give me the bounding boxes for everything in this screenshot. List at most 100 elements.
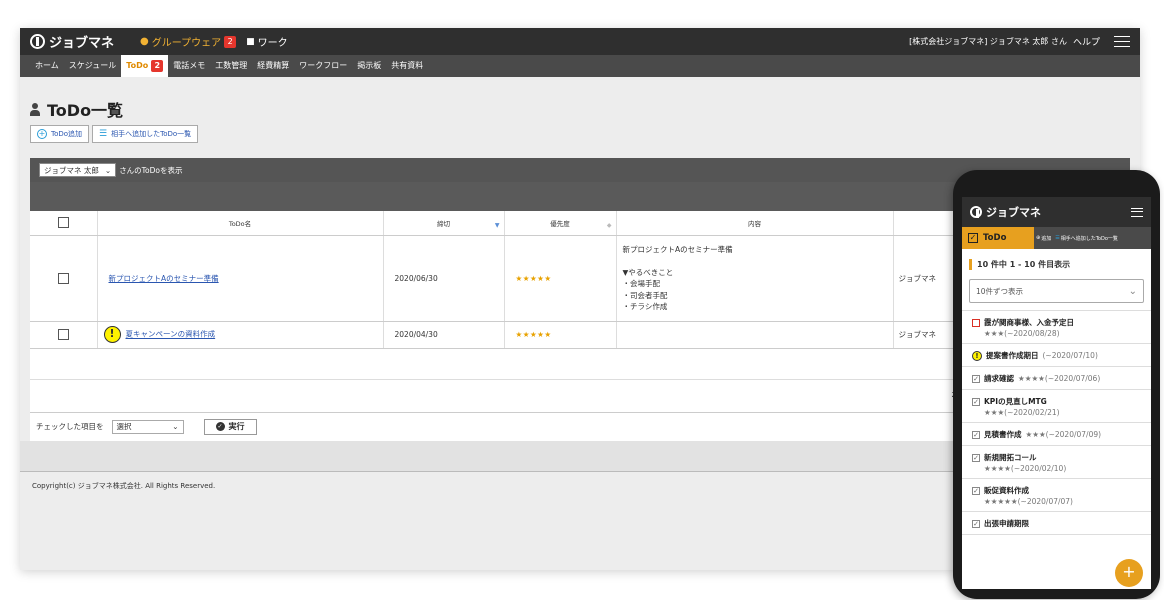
todo-name-link[interactable]: 新プロジェクトAのセミナー準備 (109, 274, 219, 283)
nav-groupware[interactable]: ● グループウェア 2 (140, 34, 237, 49)
nav-work[interactable]: ■ ワーク (246, 34, 288, 50)
content-cell: 新プロジェクトAのセミナー準備 ▼やるべきこと ・会場手配 ・司会者手配 ・チラ… (616, 235, 894, 322)
logo-icon (970, 206, 982, 218)
todo-name-cell: ! 夏キャンペーンの資料作成 (97, 321, 384, 349)
bulk-action-select[interactable]: 選択 ⌄ (111, 419, 184, 434)
checked-box-icon: ✓ (972, 519, 980, 528)
plus-circle-icon: + (37, 129, 47, 139)
hamburger-menu-icon[interactable] (1114, 36, 1130, 47)
content-line: ・チラシ作成 (622, 302, 668, 311)
checked-box-icon: ✓ (972, 486, 980, 495)
help-link[interactable]: ヘルプ (1073, 35, 1100, 48)
row-checkbox[interactable] (57, 329, 69, 340)
chevron-down-icon: ⌄ (1128, 285, 1137, 297)
warning-icon: ! (103, 326, 121, 343)
todo-name-link[interactable]: 夏キャンペーンの資料作成 (126, 330, 216, 339)
top-bar: ジョブマネ ● グループウェア 2 ■ ワーク [株式会社ジョブマネ] ジョブマ… (20, 28, 1140, 55)
phone-per-page-select[interactable]: 10件ずつ表示 ⌄ (969, 279, 1144, 303)
phone-tab-todo-label: ToDo (983, 233, 1007, 243)
menu-man-hours[interactable]: 工数管理 (210, 55, 252, 77)
list-item-sub: (~2020/07/10) (1042, 351, 1098, 360)
phone-tab-add-label: 追加 (1041, 235, 1052, 242)
list-item-title: 新規開拓コール (984, 453, 1037, 462)
user-select[interactable]: ジョブマネ 太郎 ⌄ (39, 163, 117, 177)
execute-button[interactable]: ✓ 実行 (203, 418, 257, 435)
content-line: 新プロジェクトAのセミナー準備 (622, 244, 733, 254)
menu-shared-docs[interactable]: 共有資料 (386, 55, 428, 77)
hamburger-menu-icon[interactable] (1131, 207, 1143, 217)
sort-desc-icon: ▼ (494, 222, 500, 229)
app-logo[interactable]: ジョブマネ (30, 32, 114, 51)
header-priority-label: 優先度 (550, 219, 570, 228)
checked-box-icon: ✓ (972, 453, 980, 462)
content-line: ・会場手配 (622, 279, 661, 288)
smartphone-frame: ジョブマネ ✓ ToDo ⊕ 追加 ☰ 相手へ追加したToDo一覧 10 件中 … (953, 170, 1160, 599)
person-icon: ● (140, 36, 149, 47)
menu-bulletin[interactable]: 掲示板 (352, 55, 386, 77)
priority-stars: ★★★★★ (515, 273, 552, 283)
menu-home[interactable]: ホーム (30, 55, 64, 77)
bulk-label: チェックした項目を (36, 422, 104, 431)
menu-schedule[interactable]: スケジュール (64, 55, 121, 77)
header-name[interactable]: ToDo名 (97, 211, 384, 236)
list-item-sub: ★★★★(~2020/07/06) (1018, 374, 1101, 383)
header-priority[interactable]: 優先度 ◆ (504, 211, 617, 236)
header-name-label: ToDo名 (228, 219, 252, 228)
checked-box-icon: ✓ (972, 430, 980, 439)
add-fab-button[interactable]: + (1115, 559, 1143, 587)
list-item[interactable]: ! 提案書作成期日 (~2020/07/10) (962, 344, 1151, 367)
phone-app-name: ジョブマネ (986, 206, 1041, 219)
list-item-title: 販促資料作成 (984, 486, 1029, 495)
add-todo-button[interactable]: + ToDo追加 (30, 125, 90, 143)
header-deadline[interactable]: 締切 ▼ (383, 211, 505, 236)
assigned-todo-list-button[interactable]: ☰ 相手へ追加したToDo一覧 (92, 125, 199, 143)
phone-tab-add[interactable]: ⊕ 追加 (1034, 227, 1053, 249)
list-item-title: KPIの見直しMTG (984, 397, 1047, 406)
phone-tab-assigned[interactable]: ☰ 相手へ追加したToDo一覧 (1053, 227, 1120, 249)
groupware-badge: 2 (224, 35, 237, 48)
list-item[interactable]: ✓ 販促資料作成 ★★★★★(~2020/07/07) (962, 479, 1151, 512)
menu-label: ToDo (126, 61, 149, 70)
menu-todo[interactable]: ToDo 2 (121, 55, 169, 77)
list-item-sub: ★★★(~2020/07/09) (1025, 430, 1102, 439)
list-item-sub: ★★★★★(~2020/07/07) (984, 497, 1073, 506)
checkbox-icon: ✓ (968, 233, 978, 243)
add-todo-label: ToDo追加 (51, 130, 83, 138)
list-item[interactable]: ✓ 出張申請期限 (962, 512, 1151, 535)
list-item-sub: ★★★★(~2020/02/10) (984, 464, 1067, 473)
list-item[interactable]: ✓ KPIの見直しMTG ★★★(~2020/02/21) (962, 390, 1151, 423)
main-menu: ホーム スケジュール ToDo 2 電話メモ 工数管理 経費精算 ワークフロー 掲… (20, 55, 1140, 77)
nav-work-label: ワーク (257, 38, 288, 49)
list-item-title: 見積書作成 (984, 430, 1022, 439)
execute-label: 実行 (228, 422, 245, 431)
menu-phone-memo[interactable]: 電話メモ (168, 55, 210, 77)
chevron-down-icon: ⌄ (172, 422, 179, 431)
list-item[interactable]: ✓ 新規開拓コール ★★★★(~2020/02/10) (962, 446, 1151, 479)
menu-workflow[interactable]: ワークフロー (294, 55, 352, 77)
row-checkbox-cell (30, 321, 98, 349)
user-select-value: ジョブマネ 太郎 (44, 165, 99, 175)
list-item-title: 出張申請期限 (984, 519, 1029, 528)
phone-tab-assigned-label: 相手へ追加したToDo一覧 (1060, 235, 1118, 242)
nav-groupware-label: グループウェア (151, 38, 222, 49)
select-all-checkbox[interactable] (57, 217, 69, 229)
menu-label: 電話メモ (173, 61, 206, 70)
plus-circle-icon: ⊕ (1036, 235, 1041, 241)
phone-tabs: ✓ ToDo ⊕ 追加 ☰ 相手へ追加したToDo一覧 (962, 227, 1151, 249)
row-checkbox[interactable] (57, 272, 69, 284)
menu-label: 共有資料 (391, 61, 424, 70)
list-item[interactable]: ✓ 見積書作成 ★★★(~2020/07/09) (962, 423, 1151, 446)
menu-expenses[interactable]: 経費精算 (252, 55, 294, 77)
header-content-label: 内容 (748, 219, 761, 228)
warning-icon: ! (972, 350, 982, 361)
phone-tab-todo[interactable]: ✓ ToDo (962, 227, 1034, 249)
assigned-list-label: 相手へ追加したToDo一覧 (111, 130, 192, 138)
list-item[interactable]: ✓ 請求確認 ★★★★(~2020/07/06) (962, 367, 1151, 390)
filter-suffix: さんのToDoを表示 (119, 165, 183, 175)
user-info[interactable]: [株式会社ジョブマネ] ジョブマネ 太郎 さん (909, 36, 1067, 47)
list-item[interactable]: 霞が関商事様、入金予定日 ★★★(~2020/08/28) (962, 311, 1151, 344)
page-title: ToDo一覧 (47, 101, 124, 120)
menu-label: ホーム (35, 61, 59, 70)
menu-label: 経費精算 (257, 61, 290, 70)
menu-label: 工数管理 (215, 61, 248, 70)
